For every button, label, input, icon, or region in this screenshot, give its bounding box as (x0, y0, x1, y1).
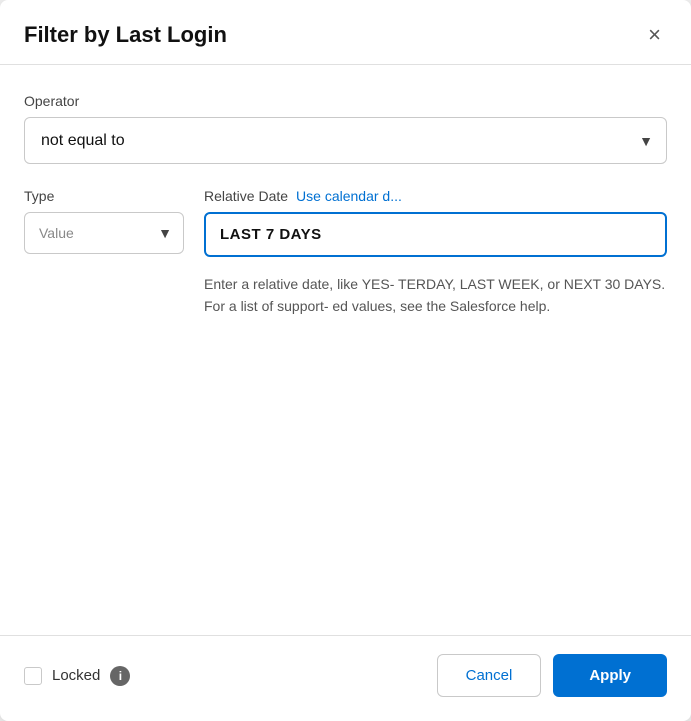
relative-date-group: Relative Date Use calendar d... Enter a … (204, 188, 667, 318)
relative-date-label: Relative Date (204, 188, 288, 204)
type-label: Type (24, 188, 184, 204)
footer-buttons: Cancel Apply (437, 654, 667, 697)
close-button[interactable]: × (642, 22, 667, 48)
operator-select[interactable]: not equal to equal to less than greater … (24, 117, 667, 164)
modal-dialog: Filter by Last Login × Operator not equa… (0, 0, 691, 721)
cancel-button[interactable]: Cancel (437, 654, 542, 697)
operator-select-wrapper: not equal to equal to less than greater … (24, 117, 667, 164)
type-select[interactable]: Value Date (24, 212, 184, 254)
type-and-date-row: Type Value Date ▼ Relative Date Use cale… (24, 188, 667, 318)
type-group: Type Value Date ▼ (24, 188, 184, 254)
locked-group: Locked i (24, 666, 130, 686)
locked-label: Locked (52, 667, 100, 684)
relative-date-input[interactable] (204, 212, 667, 257)
modal-body: Operator not equal to equal to less than… (0, 65, 691, 635)
modal-footer: Locked i Cancel Apply (0, 635, 691, 721)
hint-text: Enter a relative date, like YES- TERDAY,… (204, 273, 667, 318)
modal-title: Filter by Last Login (24, 22, 227, 48)
locked-checkbox[interactable] (24, 667, 42, 685)
use-calendar-link[interactable]: Use calendar d... (296, 188, 402, 204)
relative-date-header: Relative Date Use calendar d... (204, 188, 667, 204)
operator-label: Operator (24, 93, 667, 109)
type-select-wrapper: Value Date ▼ (24, 212, 184, 254)
info-icon[interactable]: i (110, 666, 130, 686)
modal-header: Filter by Last Login × (0, 0, 691, 65)
apply-button[interactable]: Apply (553, 654, 667, 697)
